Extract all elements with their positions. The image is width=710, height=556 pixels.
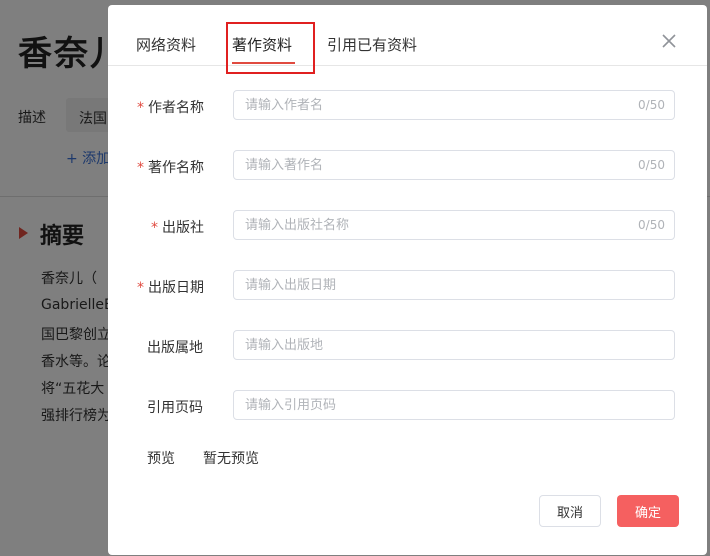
cited-page-label: 引用页码 [147,400,203,416]
publish-place-field[interactable] [233,330,675,360]
author-label-text: 作者名称 [148,100,204,116]
work-title-label-text: 著作名称 [148,160,204,176]
publish-date-label: * 出版日期 [137,277,204,297]
preview-label: 预览 [147,451,175,467]
tab-web-source[interactable]: 网络资料 [136,34,196,55]
publisher-label-text: 出版社 [162,220,204,236]
work-title-label: * 著作名称 [137,157,204,177]
publisher-field[interactable]: 0/50 [233,210,675,240]
publish-place-input[interactable] [234,331,674,359]
author-input[interactable] [234,91,674,119]
tab-bar: 网络资料 著作资料 引用已有资料 [108,5,707,74]
required-mark: * [151,220,158,236]
required-mark: * [137,160,144,176]
publish-date-field[interactable] [233,270,675,300]
publish-place-label: 出版属地 [147,340,203,356]
work-title-input[interactable] [234,151,674,179]
cancel-button[interactable]: 取消 [539,495,601,527]
confirm-button[interactable]: 确定 [617,495,679,527]
work-title-field[interactable]: 0/50 [233,150,675,180]
author-field[interactable]: 0/50 [233,90,675,120]
annotation-highlight-box [226,22,315,74]
publisher-input[interactable] [234,211,674,239]
preview-value: 暂无预览 [203,451,259,467]
publish-date-input[interactable] [234,271,674,299]
close-icon[interactable] [661,33,677,49]
publisher-char-counter: 0/50 [638,218,665,232]
cited-page-field[interactable] [233,390,675,420]
required-mark: * [137,280,144,296]
cited-page-input[interactable] [234,391,674,419]
required-mark: * [137,100,144,116]
publisher-label: * 出版社 [151,217,204,237]
publish-date-label-text: 出版日期 [148,280,204,296]
author-label: * 作者名称 [137,97,204,117]
author-char-counter: 0/50 [638,98,665,112]
reference-dialog: 网络资料 著作资料 引用已有资料 *作者名称 0/50 *著作名称 0/50 *… [108,5,707,555]
work-title-char-counter: 0/50 [638,158,665,172]
tab-existing-source[interactable]: 引用已有资料 [327,34,417,55]
